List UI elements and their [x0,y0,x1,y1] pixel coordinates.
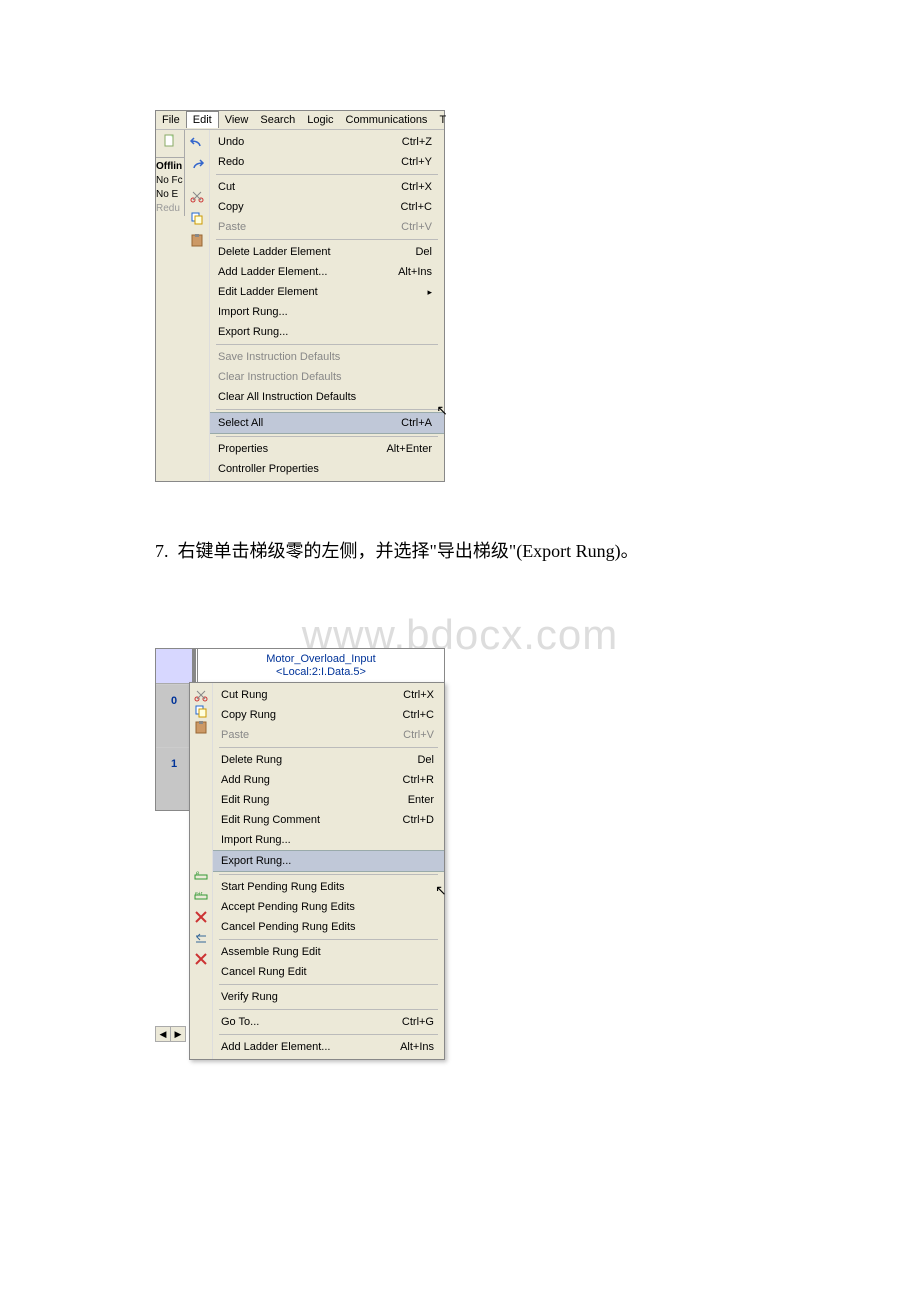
menu-item-save-instruction-defaults: Save Instruction Defaults [210,347,444,367]
cut-icon [189,188,205,204]
rung-tag-name: Motor_Overload_Input [266,653,375,666]
redo-icon [189,156,205,172]
assemble-icon [193,931,209,947]
menu-edit[interactable]: Edit [186,111,219,128]
copy-icon [193,703,209,719]
menu-item-clear-instruction-defaults: Clear Instruction Defaults [210,367,444,387]
horizontal-scroll-buttons[interactable]: ◀ ▶ [155,1026,186,1042]
menu-trunc: T [433,112,452,128]
menu-icon-column [185,130,210,481]
paste-icon [189,232,205,248]
ctx-item-assemble-rung-edit[interactable]: Assemble Rung Edit [213,942,444,962]
scroll-left-icon[interactable]: ◀ [156,1027,171,1041]
menu-logic[interactable]: Logic [301,112,339,128]
cancel-edit-icon [193,909,209,925]
ctx-item-verify-rung[interactable]: Verify Rung [213,987,444,1007]
scroll-right-icon[interactable]: ▶ [171,1027,185,1041]
cancel-rung-icon [193,951,209,967]
cut-icon [193,687,209,703]
ctx-item-accept-pending-rung-edits[interactable]: Accept Pending Rung Edits [213,897,444,917]
paste-icon [193,719,209,735]
cursor-icon: ↖ [436,402,448,419]
menu-item-paste: PasteCtrl+V [210,217,444,237]
ctx-item-edit-rung[interactable]: Edit RungEnter [213,790,444,810]
context-icon-column: e e+r [190,683,213,1059]
undo-icon [189,134,205,150]
rung-context-figure: Motor_Overload_Input <Local:2:I.Data.5> … [155,648,445,811]
ctx-item-edit-rung-comment[interactable]: Edit Rung CommentCtrl+D [213,810,444,830]
ctx-item-go-to-[interactable]: Go To...Ctrl+G [213,1012,444,1032]
watermark-text: www.bdocx.com [0,611,920,659]
ctx-item-paste: PasteCtrl+V [213,725,444,745]
menu-item-edit-ladder-element[interactable]: Edit Ladder Element [210,282,444,302]
rung-context-menu: e e+r Cut RungCtrl+XCopy RungCtrl+CPaste… [189,682,445,1060]
ctx-item-import-rung-[interactable]: Import Rung... [213,830,444,850]
menu-item-clear-all-instruction-defaults[interactable]: Clear All Instruction Defaults [210,387,444,407]
ctx-item-copy-rung[interactable]: Copy RungCtrl+C [213,705,444,725]
start-edit-icon: e [193,869,209,885]
ctx-item-start-pending-rung-edits[interactable]: Start Pending Rung Edits [213,877,444,897]
cursor-icon: ↖ [435,882,447,899]
ctx-item-add-ladder-element-[interactable]: Add Ladder Element...Alt+Ins [213,1037,444,1057]
edit-dropdown-menu: UndoCtrl+ZRedoCtrl+YCutCtrl+XCopyCtrl+CP… [210,130,444,481]
menu-item-properties[interactable]: PropertiesAlt+Enter [210,439,444,459]
menu-item-undo[interactable]: UndoCtrl+Z [210,132,444,152]
menu-item-import-rung-[interactable]: Import Rung... [210,302,444,322]
edit-menu-figure: File Edit View Search Logic Communicatio… [155,110,445,482]
svg-text:e+r: e+r [195,891,203,897]
menu-item-delete-ladder-element[interactable]: Delete Ladder ElementDel [210,242,444,262]
ctx-item-cut-rung[interactable]: Cut RungCtrl+X [213,685,444,705]
menu-item-cut[interactable]: CutCtrl+X [210,177,444,197]
controller-status: Offlin No Fc No E Redu [156,158,185,216]
main-menu-bar: File Edit View Search Logic Communicatio… [156,111,444,130]
ctx-item-cancel-rung-edit[interactable]: Cancel Rung Edit [213,962,444,982]
rung-tag-address: <Local:2:I.Data.5> [276,666,366,679]
menu-item-select-all[interactable]: Select AllCtrl+A [210,412,444,434]
menu-file[interactable]: File [156,112,186,128]
menu-communications[interactable]: Communications [340,112,434,128]
menu-view[interactable]: View [219,112,255,128]
menu-item-export-rung-[interactable]: Export Rung... [210,322,444,342]
menu-item-add-ladder-element-[interactable]: Add Ladder Element...Alt+Ins [210,262,444,282]
step-instruction: 7. 右键单击梯级零的左侧，并选择"导出梯级"(Export Rung)。 [155,537,920,563]
ctx-item-export-rung-[interactable]: Export Rung... [213,850,444,872]
svg-text:e: e [196,871,200,877]
newfile-icon [162,133,178,149]
menu-search[interactable]: Search [254,112,301,128]
ctx-item-cancel-pending-rung-edits[interactable]: Cancel Pending Rung Edits [213,917,444,937]
ctx-item-add-rung[interactable]: Add RungCtrl+R [213,770,444,790]
ctx-item-delete-rung[interactable]: Delete RungDel [213,750,444,770]
menu-item-controller-properties[interactable]: Controller Properties [210,459,444,479]
copy-icon [189,210,205,226]
menu-item-redo[interactable]: RedoCtrl+Y [210,152,444,172]
accept-edit-icon: e+r [193,889,209,905]
toolbar-newfile[interactable] [156,130,185,158]
menu-item-copy[interactable]: CopyCtrl+C [210,197,444,217]
